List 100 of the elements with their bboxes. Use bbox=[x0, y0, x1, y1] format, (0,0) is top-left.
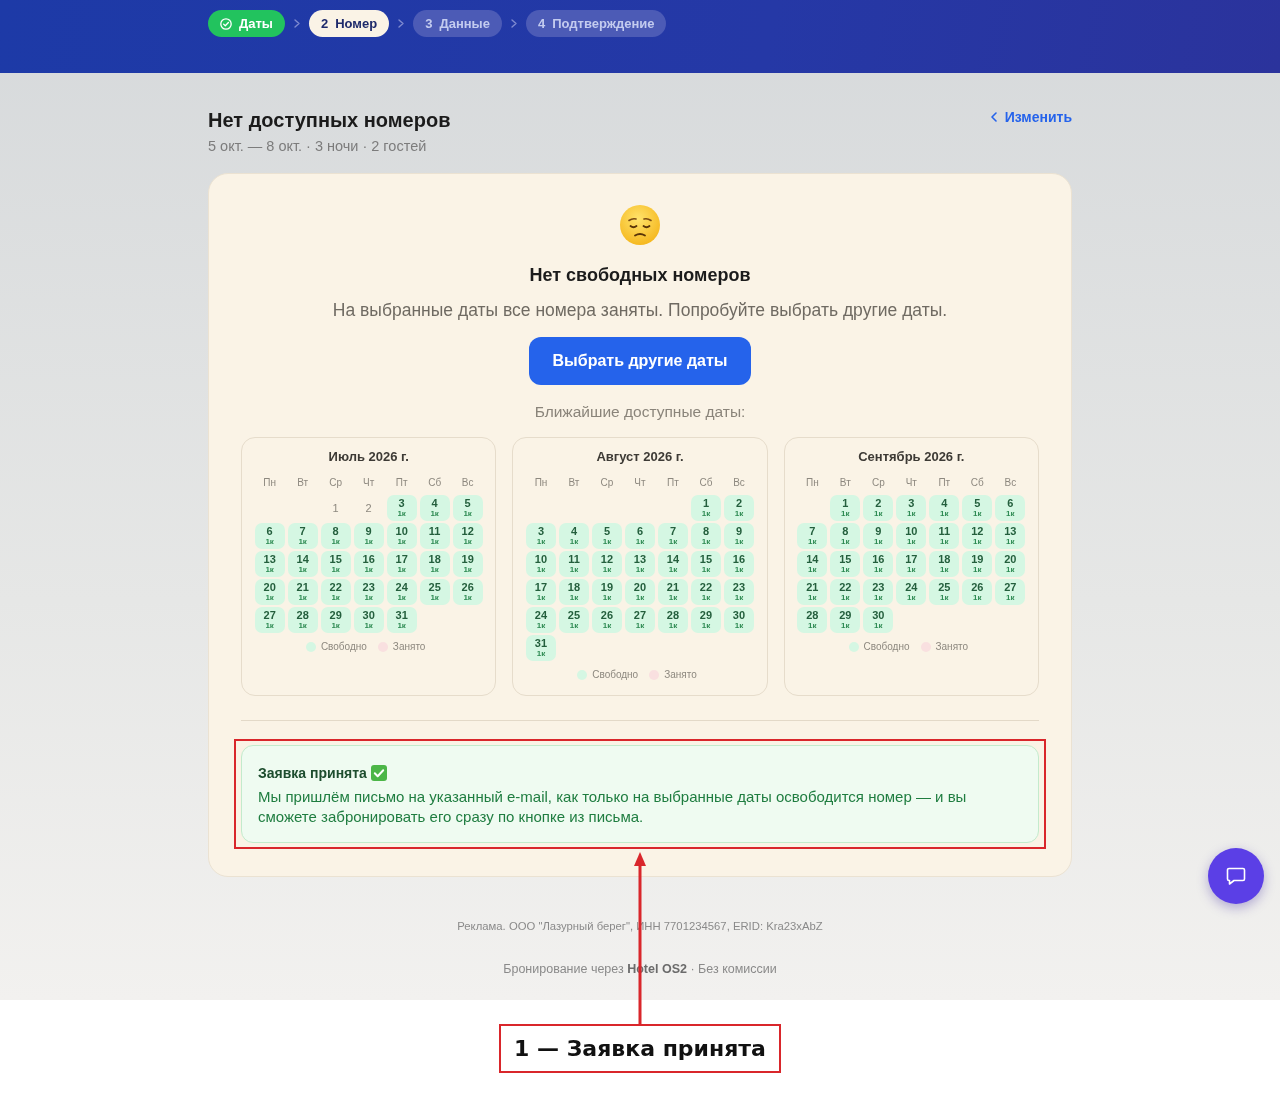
day-cell[interactable]: 18 1к bbox=[419, 551, 450, 577]
day-cell[interactable]: 29 1к bbox=[691, 607, 721, 633]
day-cell[interactable]: 22 1к bbox=[320, 579, 351, 605]
day-cell[interactable]: 19 1к bbox=[592, 579, 622, 605]
day-cell[interactable]: 29 1к bbox=[320, 607, 351, 633]
day-cell[interactable]: 28 1к bbox=[658, 607, 688, 633]
day-cell[interactable]: 5 1к bbox=[452, 495, 483, 521]
day-cell[interactable]: 31 1к bbox=[526, 635, 556, 661]
day-cell[interactable]: 15 1к bbox=[320, 551, 351, 577]
day-cell[interactable]: 27 1к bbox=[995, 579, 1026, 605]
day-cell[interactable]: 13 1к bbox=[625, 551, 655, 577]
day-cell[interactable]: 1 1к bbox=[691, 495, 721, 521]
day-cell[interactable]: 4 1к bbox=[929, 495, 960, 521]
choose-dates-button[interactable]: Выбрать другие даты bbox=[528, 337, 752, 385]
day-number: 18 bbox=[938, 554, 951, 565]
day-cell[interactable]: 16 1к bbox=[724, 551, 754, 577]
day-cell[interactable]: 8 1к bbox=[320, 523, 351, 549]
day-cell[interactable]: 2 1к bbox=[863, 495, 894, 521]
day-cell[interactable]: 10 1к bbox=[386, 523, 417, 549]
day-cell[interactable]: 12 1к bbox=[962, 523, 993, 549]
day-cell[interactable]: 19 1к bbox=[452, 551, 483, 577]
day-cell[interactable]: 30 1к bbox=[353, 607, 384, 633]
day-cell[interactable]: 7 1к bbox=[797, 523, 828, 549]
day-cell[interactable]: 6 1к bbox=[995, 495, 1026, 521]
day-cell[interactable]: 15 1к bbox=[830, 551, 861, 577]
day-cell[interactable]: 24 1к bbox=[526, 607, 556, 633]
day-cell[interactable]: 11 1к bbox=[559, 551, 589, 577]
day-cell[interactable]: 17 1к bbox=[386, 551, 417, 577]
day-cell[interactable]: 21 1к bbox=[797, 579, 828, 605]
day-number: 17 bbox=[395, 554, 408, 565]
day-cell[interactable]: 28 1к bbox=[287, 607, 318, 633]
day-cell[interactable]: 5 1к bbox=[962, 495, 993, 521]
day-cell[interactable]: 17 1к bbox=[896, 551, 927, 577]
day-cell[interactable]: 25 1к bbox=[419, 579, 450, 605]
day-cell[interactable]: 23 1к bbox=[353, 579, 384, 605]
day-number: 30 bbox=[872, 610, 885, 621]
day-cell[interactable]: 18 1к bbox=[929, 551, 960, 577]
chat-button[interactable] bbox=[1208, 848, 1264, 904]
day-cell[interactable]: 9 1к bbox=[353, 523, 384, 549]
day-cell[interactable]: 24 1к bbox=[896, 579, 927, 605]
day-cell[interactable]: 23 1к bbox=[863, 579, 894, 605]
day-cell[interactable]: 12 1к bbox=[452, 523, 483, 549]
day-cell[interactable]: 11 1к bbox=[929, 523, 960, 549]
room-count: 1к bbox=[364, 565, 373, 574]
step-tab[interactable]: 4 Подтверждение bbox=[525, 10, 667, 37]
day-cell[interactable]: 4 1к bbox=[559, 523, 589, 549]
day-cell[interactable]: 25 1к bbox=[929, 579, 960, 605]
day-cell[interactable]: 3 1к bbox=[386, 495, 417, 521]
day-cell[interactable]: 6 1к bbox=[625, 523, 655, 549]
day-cell[interactable]: 29 1к bbox=[830, 607, 861, 633]
day-cell[interactable]: 9 1к bbox=[724, 523, 754, 549]
day-cell[interactable]: 20 1к bbox=[625, 579, 655, 605]
day-cell[interactable]: 26 1к bbox=[962, 579, 993, 605]
day-cell[interactable]: 27 1к bbox=[254, 607, 285, 633]
step-tab[interactable]: 2 Номер bbox=[308, 10, 390, 37]
day-cell[interactable]: 11 1к bbox=[419, 523, 450, 549]
day-cell[interactable]: 16 1к bbox=[863, 551, 894, 577]
day-cell[interactable]: 5 1к bbox=[592, 523, 622, 549]
day-cell[interactable]: 21 1к bbox=[658, 579, 688, 605]
step-tab[interactable]: 3 Данные bbox=[413, 10, 502, 37]
day-cell[interactable]: 12 1к bbox=[592, 551, 622, 577]
day-cell[interactable]: 10 1к bbox=[526, 551, 556, 577]
day-cell[interactable]: 14 1к bbox=[287, 551, 318, 577]
day-cell[interactable]: 14 1к bbox=[658, 551, 688, 577]
day-cell[interactable]: 25 1к bbox=[559, 607, 589, 633]
day-cell[interactable]: 3 1к bbox=[526, 523, 556, 549]
day-cell[interactable]: 4 1к bbox=[419, 495, 450, 521]
day-cell[interactable]: 22 1к bbox=[691, 579, 721, 605]
day-cell[interactable]: 3 1к bbox=[896, 495, 927, 521]
day-cell[interactable]: 8 1к bbox=[691, 523, 721, 549]
change-link[interactable]: Изменить bbox=[990, 108, 1072, 126]
day-cell[interactable]: 9 1к bbox=[863, 523, 894, 549]
day-cell[interactable]: 7 1к bbox=[658, 523, 688, 549]
day-cell[interactable]: 21 1к bbox=[287, 579, 318, 605]
day-cell[interactable]: 14 1к bbox=[797, 551, 828, 577]
day-cell[interactable]: 22 1к bbox=[830, 579, 861, 605]
day-cell[interactable]: 26 1к bbox=[592, 607, 622, 633]
day-cell[interactable]: 1 1к bbox=[830, 495, 861, 521]
day-cell[interactable]: 15 1к bbox=[691, 551, 721, 577]
day-cell[interactable]: 23 1к bbox=[724, 579, 754, 605]
day-cell[interactable]: 18 1к bbox=[559, 579, 589, 605]
day-cell[interactable]: 31 1к bbox=[386, 607, 417, 633]
day-cell[interactable]: 30 1к bbox=[863, 607, 894, 633]
day-cell[interactable]: 10 1к bbox=[896, 523, 927, 549]
day-cell[interactable]: 13 1к bbox=[254, 551, 285, 577]
day-cell[interactable]: 26 1к bbox=[452, 579, 483, 605]
day-cell[interactable]: 28 1к bbox=[797, 607, 828, 633]
day-cell[interactable]: 20 1к bbox=[254, 579, 285, 605]
day-cell[interactable]: 20 1к bbox=[995, 551, 1026, 577]
day-cell[interactable]: 13 1к bbox=[995, 523, 1026, 549]
day-cell[interactable]: 17 1к bbox=[526, 579, 556, 605]
day-cell[interactable]: 27 1к bbox=[625, 607, 655, 633]
day-cell[interactable]: 16 1к bbox=[353, 551, 384, 577]
day-cell[interactable]: 2 1к bbox=[724, 495, 754, 521]
day-cell[interactable]: 7 1к bbox=[287, 523, 318, 549]
day-cell[interactable]: 24 1к bbox=[386, 579, 417, 605]
day-cell[interactable]: 8 1к bbox=[830, 523, 861, 549]
day-cell[interactable]: 19 1к bbox=[962, 551, 993, 577]
day-cell[interactable]: 30 1к bbox=[724, 607, 754, 633]
day-cell[interactable]: 6 1к bbox=[254, 523, 285, 549]
